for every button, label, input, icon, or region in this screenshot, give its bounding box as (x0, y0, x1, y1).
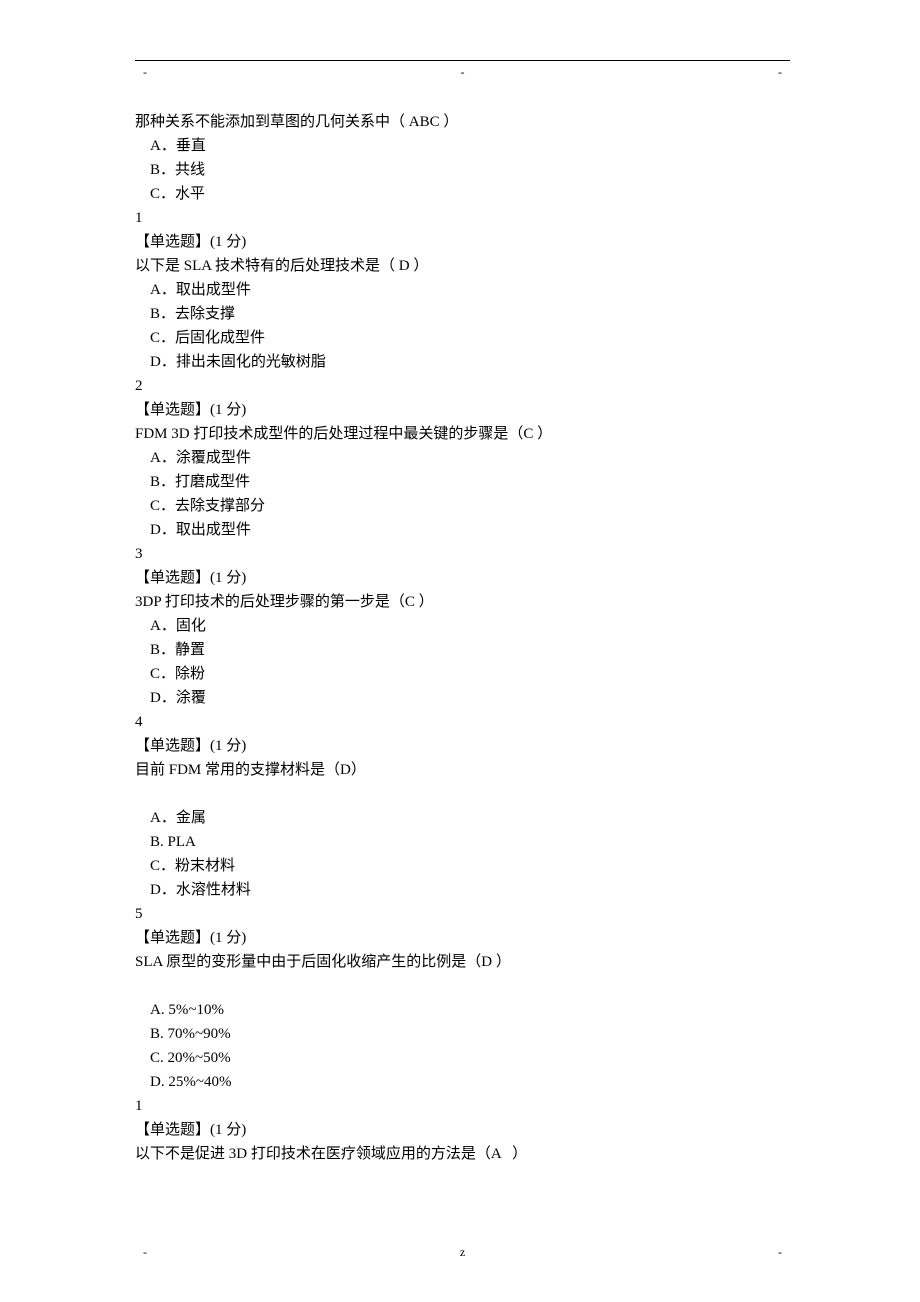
q5-number: 5 (135, 902, 790, 926)
q1-type: 【单选题】(1 分) (135, 230, 790, 254)
q2-option-b: B．打磨成型件 (135, 470, 790, 494)
q1-number: 1 (135, 206, 790, 230)
q1-stem: 以下是 SLA 技术特有的后处理技术是（ D ） (135, 254, 790, 278)
prev-option-a: A．垂直 (135, 134, 790, 158)
q5-option-a: A. 5%~10% (135, 998, 790, 1022)
q2-type: 【单选题】(1 分) (135, 398, 790, 422)
q2-option-c: C．去除支撑部分 (135, 494, 790, 518)
q5-option-c: C. 20%~50% (135, 1046, 790, 1070)
q6-number: 1 (135, 1094, 790, 1118)
q4-number: 4 (135, 710, 790, 734)
q5-stem: SLA 原型的变形量中由于后固化收缩产生的比例是（D ） (135, 950, 790, 974)
q6-type: 【单选题】(1 分) (135, 1118, 790, 1142)
q5-option-b: B. 70%~90% (135, 1022, 790, 1046)
prev-question-stem: 那种关系不能添加到草图的几何关系中（ ABC ） (135, 110, 790, 134)
header-marks: - - - (135, 63, 790, 82)
q1-option-b: B．去除支撑 (135, 302, 790, 326)
header-mark-center: - (461, 63, 465, 82)
prev-option-b: B．共线 (135, 158, 790, 182)
footer-marks: - z - (135, 1243, 790, 1262)
spacer (135, 974, 790, 998)
q3-option-d: D．涂覆 (135, 686, 790, 710)
q1-option-a: A．取出成型件 (135, 278, 790, 302)
spacer (135, 782, 790, 806)
footer-mark-left: - (143, 1243, 147, 1262)
q1-option-c: C．后固化成型件 (135, 326, 790, 350)
q3-stem: 3DP 打印技术的后处理步骤的第一步是（C ） (135, 590, 790, 614)
footer-mark-center: z (460, 1243, 465, 1262)
q2-stem: FDM 3D 打印技术成型件的后处理过程中最关键的步骤是（C ） (135, 422, 790, 446)
prev-option-c: C．水平 (135, 182, 790, 206)
q3-number: 3 (135, 542, 790, 566)
header-rule (135, 60, 790, 61)
footer-mark-right: - (778, 1243, 782, 1262)
document-body: 那种关系不能添加到草图的几何关系中（ ABC ） A．垂直 B．共线 C．水平 … (135, 110, 790, 1166)
q4-option-c: C．粉末材料 (135, 854, 790, 878)
q4-type: 【单选题】(1 分) (135, 734, 790, 758)
q4-option-b: B. PLA (135, 830, 790, 854)
header-mark-right: - (778, 63, 782, 82)
q4-option-d: D．水溶性材料 (135, 878, 790, 902)
q3-type: 【单选题】(1 分) (135, 566, 790, 590)
q3-option-b: B．静置 (135, 638, 790, 662)
q4-option-a: A．金属 (135, 806, 790, 830)
q3-option-a: A．固化 (135, 614, 790, 638)
page: - - - 那种关系不能添加到草图的几何关系中（ ABC ） A．垂直 B．共线… (0, 0, 920, 1302)
q3-option-c: C．除粉 (135, 662, 790, 686)
q4-stem: 目前 FDM 常用的支撑材料是（D） (135, 758, 790, 782)
q2-option-a: A．涂覆成型件 (135, 446, 790, 470)
q2-option-d: D．取出成型件 (135, 518, 790, 542)
q1-option-d: D．排出未固化的光敏树脂 (135, 350, 790, 374)
q2-number: 2 (135, 374, 790, 398)
header-mark-left: - (143, 63, 147, 82)
q5-option-d: D. 25%~40% (135, 1070, 790, 1094)
q6-stem: 以下不是促进 3D 打印技术在医疗领域应用的方法是（A ） (135, 1142, 790, 1166)
q5-type: 【单选题】(1 分) (135, 926, 790, 950)
